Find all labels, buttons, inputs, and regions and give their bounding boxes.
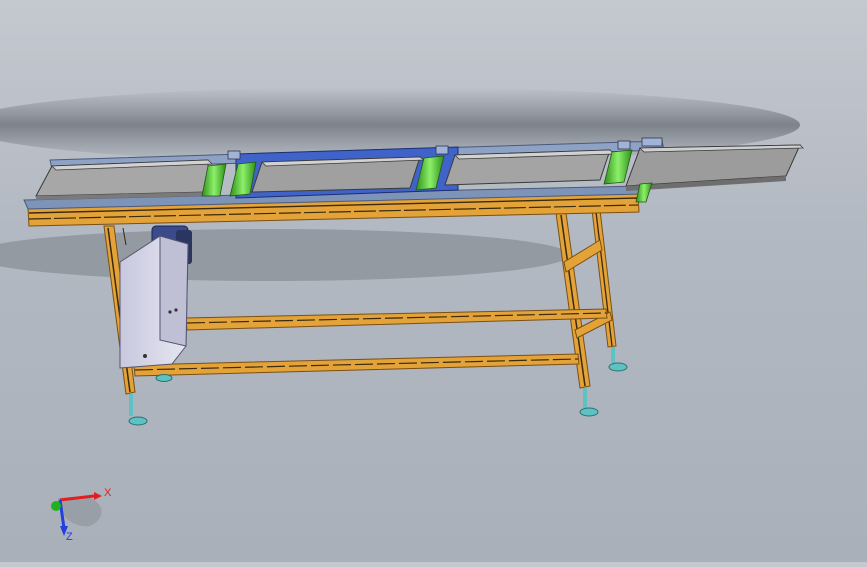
lower-rail-back[interactable] xyxy=(185,308,608,331)
control-box[interactable] xyxy=(119,235,189,369)
foot-front-left[interactable] xyxy=(128,394,148,426)
tray-1[interactable] xyxy=(35,159,213,200)
triad-x-arrow xyxy=(94,492,102,500)
bracket-3[interactable] xyxy=(617,140,631,150)
bracket-2[interactable] xyxy=(435,145,449,155)
foot-back-right[interactable] xyxy=(608,347,628,372)
tray-2[interactable] xyxy=(251,156,426,193)
conveyor-model[interactable] xyxy=(0,0,867,562)
triad-x-label: X xyxy=(104,487,112,499)
foot-front-right[interactable] xyxy=(579,388,599,417)
bracket-4[interactable] xyxy=(641,137,663,147)
triad-z-label: Z xyxy=(66,531,73,543)
floor-shadow-2 xyxy=(0,229,570,281)
bracket-1[interactable] xyxy=(227,150,241,160)
cad-viewport[interactable]: X Z xyxy=(0,0,867,562)
triad-y-axis xyxy=(51,501,61,511)
orientation-triad[interactable]: X Z xyxy=(40,480,120,550)
lower-rail-front[interactable] xyxy=(133,353,580,377)
tray-extended[interactable] xyxy=(625,144,804,191)
foot-back-left[interactable] xyxy=(155,374,173,382)
tray-3[interactable] xyxy=(444,149,615,186)
